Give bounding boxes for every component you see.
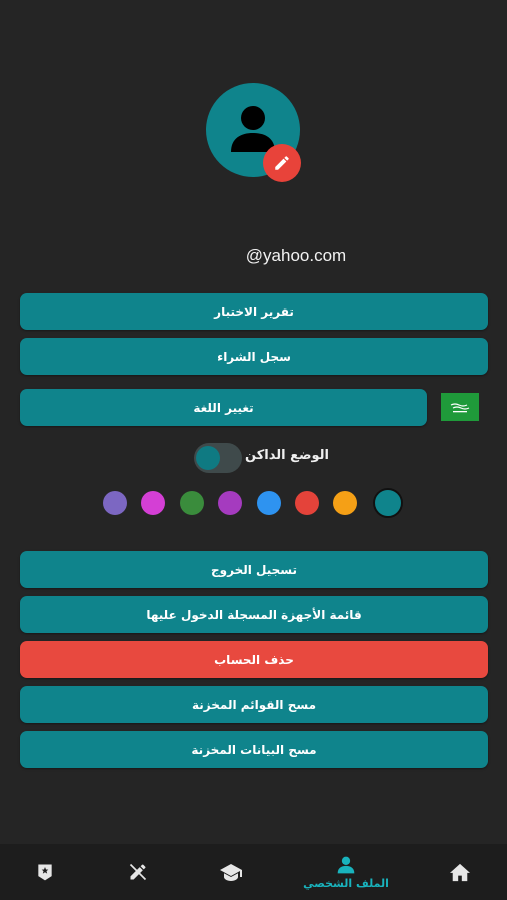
color-swatch-teal-selected[interactable] bbox=[373, 488, 403, 518]
toggle-knob bbox=[196, 446, 220, 470]
color-swatch-red[interactable] bbox=[295, 491, 319, 515]
home-icon bbox=[450, 863, 470, 882]
dark-mode-toggle[interactable] bbox=[194, 443, 242, 473]
exam-report-button[interactable]: تقرير الاختبار bbox=[20, 293, 488, 330]
pencil-icon bbox=[275, 156, 289, 170]
dark-mode-label: الوضع الداكن bbox=[245, 448, 330, 463]
color-swatch-magenta[interactable] bbox=[141, 491, 165, 515]
saudi-flag-icon[interactable] bbox=[441, 393, 479, 421]
purchase-history-button[interactable]: سجل الشراء bbox=[20, 338, 488, 375]
registered-devices-button[interactable]: قائمة الأجهزة المسجلة الدخول عليها bbox=[20, 596, 488, 633]
nav-profile-label: الملف الشخصي bbox=[303, 876, 389, 890]
clear-saved-data-button[interactable]: مسح البيانات المخزنة bbox=[20, 731, 488, 768]
bookmark-icon bbox=[38, 864, 52, 881]
school-icon bbox=[220, 864, 242, 881]
color-swatch-purple[interactable] bbox=[103, 491, 127, 515]
dark-mode-row: الوضع الداكن bbox=[0, 442, 507, 474]
nav-courses[interactable] bbox=[196, 844, 266, 900]
color-swatch-green[interactable] bbox=[180, 491, 204, 515]
profile-avatar[interactable] bbox=[206, 83, 302, 182]
delete-account-button[interactable]: حذف الحساب bbox=[20, 641, 488, 678]
edit-avatar-button[interactable] bbox=[263, 144, 301, 182]
nav-home[interactable] bbox=[425, 844, 495, 900]
edit-icon bbox=[129, 863, 147, 881]
profile-email: @yahoo.com bbox=[245, 246, 347, 265]
bottom-navigation: الملف الشخصي bbox=[0, 844, 507, 900]
logout-button[interactable]: تسجيل الخروج bbox=[20, 551, 488, 588]
change-language-button[interactable]: تغيير اللغة bbox=[20, 389, 427, 426]
nav-profile[interactable]: الملف الشخصي bbox=[300, 844, 392, 900]
clear-saved-lists-button[interactable]: مسح القوائم المخزنة bbox=[20, 686, 488, 723]
profile-icon bbox=[337, 856, 355, 873]
nav-bookmark[interactable] bbox=[10, 844, 80, 900]
nav-edit[interactable] bbox=[103, 844, 173, 900]
color-swatch-blue[interactable] bbox=[257, 491, 281, 515]
color-swatch-violet[interactable] bbox=[218, 491, 242, 515]
color-swatch-orange[interactable] bbox=[333, 491, 357, 515]
